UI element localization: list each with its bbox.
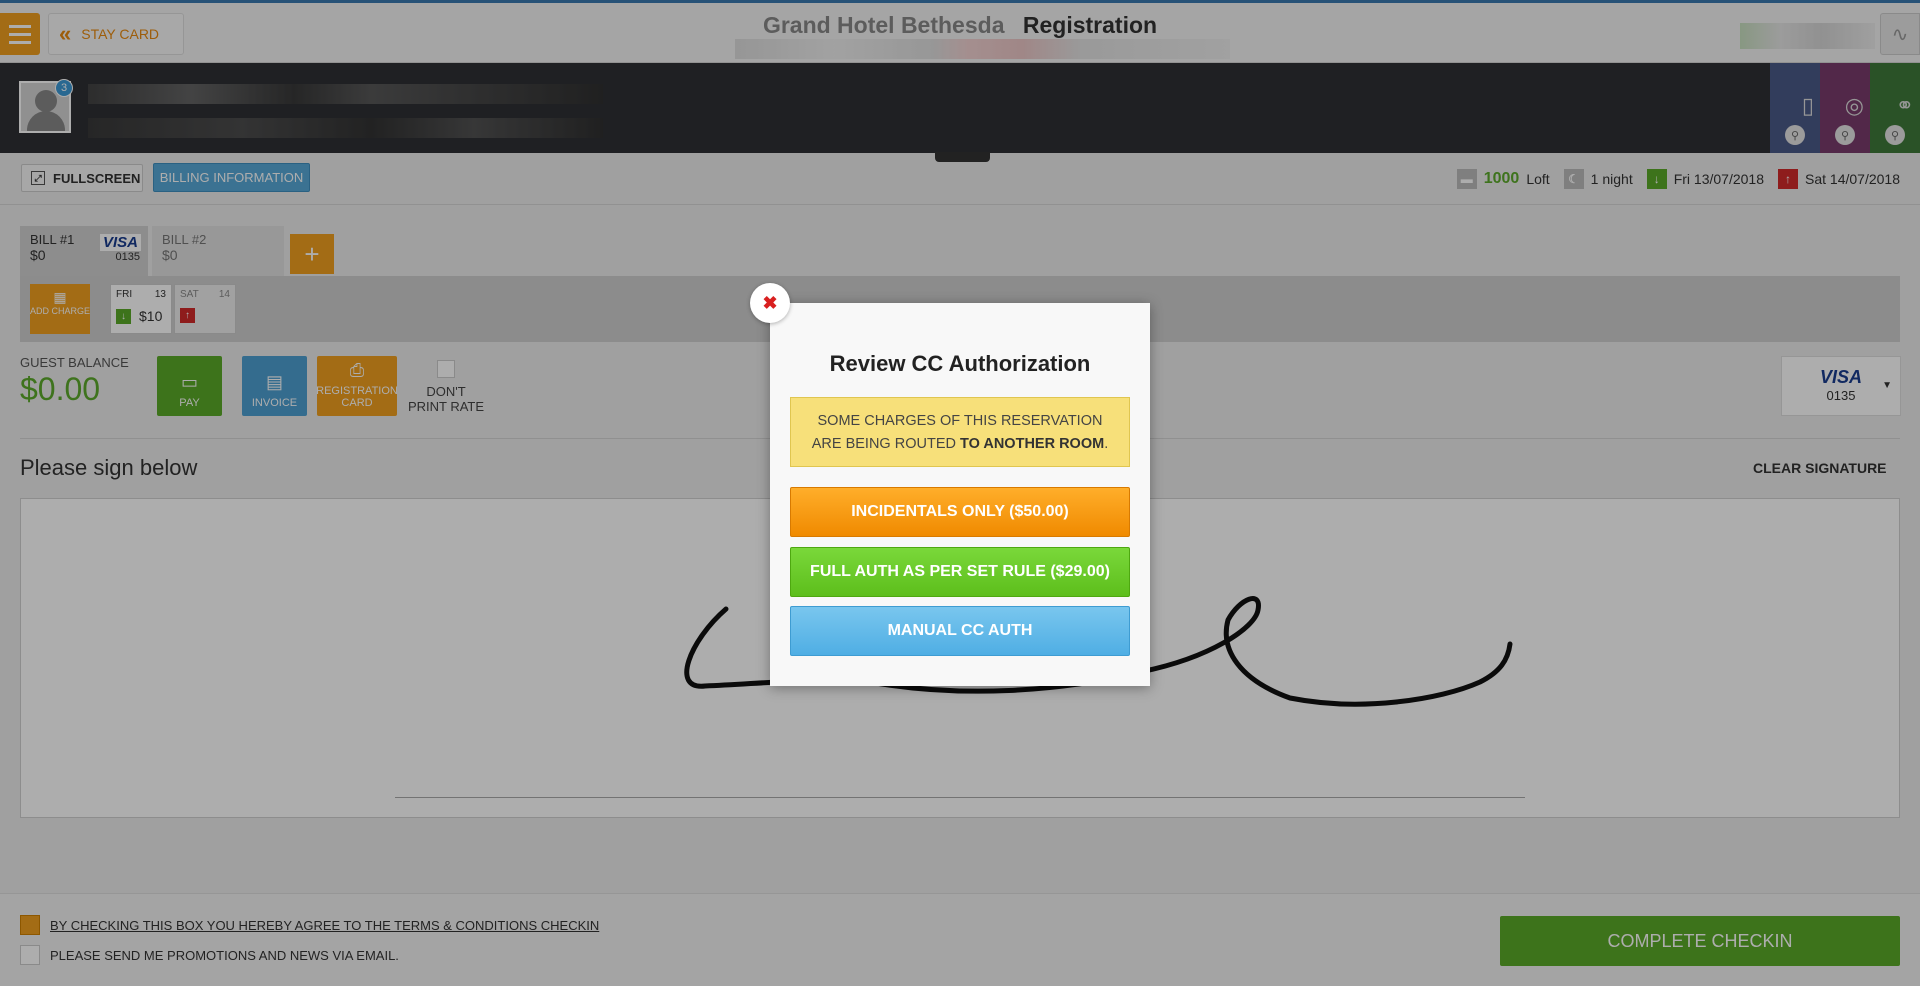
warning-suffix: . xyxy=(1104,436,1109,453)
manual-cc-auth-button[interactable]: MANUAL CC AUTH xyxy=(790,606,1130,656)
close-icon[interactable]: ✖ xyxy=(750,283,790,323)
warning-emphasis: TO ANOTHER ROOM xyxy=(960,436,1105,453)
full-auth-button[interactable]: FULL AUTH AS PER SET RULE ($29.00) xyxy=(790,547,1130,597)
modal-title: Review CC Authorization xyxy=(829,351,1091,376)
routing-warning: SOME CHARGES OF THIS RESERVATION ARE BEI… xyxy=(790,397,1130,467)
incidentals-only-button[interactable]: INCIDENTALS ONLY ($50.00) xyxy=(790,487,1130,537)
cc-authorization-modal: Review CC Authorization SOME CHARGES OF … xyxy=(770,303,1150,686)
